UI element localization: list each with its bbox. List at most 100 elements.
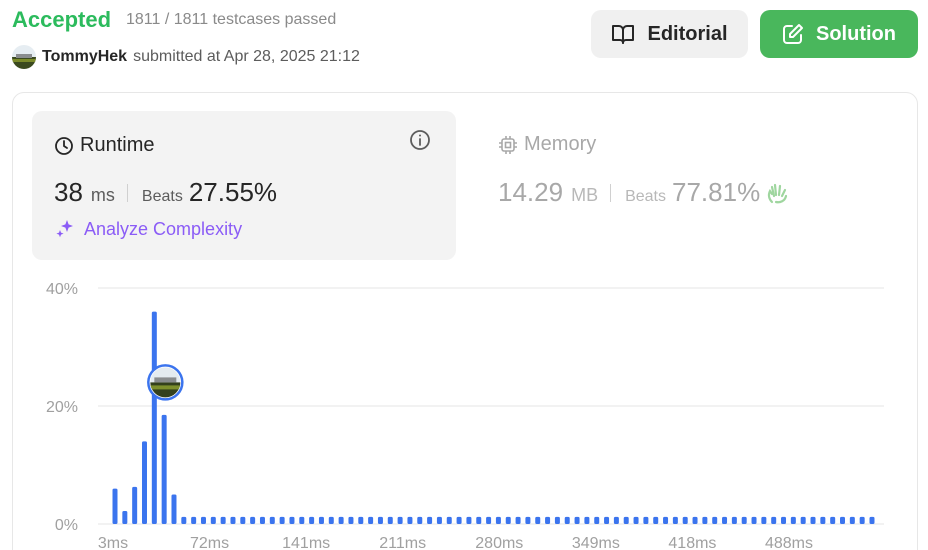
- runtime-panel[interactable]: Runtime 38 ms Beats 27.55% Analyze Compl…: [32, 111, 456, 260]
- chart-bar[interactable]: [171, 494, 177, 525]
- runtime-beats-label: Beats: [141, 188, 183, 205]
- chart-bar[interactable]: [702, 516, 708, 524]
- chart-bar[interactable]: [230, 516, 236, 524]
- chart-bar[interactable]: [515, 516, 521, 524]
- chart-bar[interactable]: [692, 516, 698, 524]
- sparkle-icon: [56, 220, 73, 238]
- chart-bar[interactable]: [181, 516, 187, 524]
- chart-bar[interactable]: [869, 516, 875, 524]
- chart-bar[interactable]: [446, 516, 452, 524]
- username-link[interactable]: TommyHek: [42, 48, 127, 66]
- chart-bar[interactable]: [663, 516, 669, 524]
- chart-bar[interactable]: [682, 516, 688, 524]
- chart-bar[interactable]: [328, 516, 334, 524]
- chart-bar[interactable]: [535, 516, 541, 524]
- chart-bar[interactable]: [564, 516, 570, 524]
- chart-bar[interactable]: [417, 516, 423, 524]
- chart-bar[interactable]: [653, 516, 659, 524]
- chart-bar[interactable]: [604, 516, 610, 524]
- info-icon[interactable]: [409, 129, 431, 151]
- memory-beats-value: 77.81%: [672, 177, 761, 207]
- chart-bar[interactable]: [338, 516, 344, 524]
- chart-bar[interactable]: [800, 516, 806, 524]
- chart-bar[interactable]: [771, 516, 777, 524]
- chart-bar[interactable]: [456, 516, 462, 524]
- chart-bar[interactable]: [712, 516, 718, 524]
- testcases-passed: 1811 / 1811 testcases passed: [126, 11, 337, 28]
- chart-bar[interactable]: [368, 516, 374, 524]
- chart-bar[interactable]: [820, 516, 826, 524]
- chart-bar[interactable]: [318, 516, 324, 524]
- chart-bar[interactable]: [358, 516, 364, 524]
- chart-bar[interactable]: [594, 516, 600, 524]
- chart-bar[interactable]: [289, 516, 295, 524]
- chart-bar[interactable]: [387, 516, 393, 524]
- analyze-complexity-button[interactable]: Analyze Complexity: [54, 218, 242, 240]
- chart-bar[interactable]: [672, 516, 678, 524]
- chart-bar[interactable]: [574, 516, 580, 524]
- status-accepted: Accepted: [12, 7, 112, 32]
- chart-bar[interactable]: [259, 516, 265, 524]
- chart-bar[interactable]: [279, 516, 285, 524]
- chart-bar[interactable]: [348, 516, 354, 524]
- chart-bar[interactable]: [436, 516, 442, 524]
- chart-bar[interactable]: [486, 516, 492, 524]
- chart-bar[interactable]: [495, 516, 501, 524]
- chart-bar[interactable]: [466, 516, 472, 524]
- chart-bar[interactable]: [220, 516, 226, 524]
- editorial-label: Editorial: [647, 22, 728, 45]
- chart-bar[interactable]: [830, 516, 836, 524]
- chart-bar[interactable]: [505, 516, 511, 524]
- editorial-button[interactable]: Editorial: [591, 10, 748, 58]
- chart-bar[interactable]: [141, 441, 147, 524]
- chart-bar[interactable]: [761, 516, 767, 524]
- runtime-distribution-chart: 40% 20% 0% 3ms 72ms 141ms 211ms 280ms 349ms 418ms…: [46, 281, 884, 550]
- chart-bar[interactable]: [191, 516, 197, 524]
- chart-bar[interactable]: [240, 516, 246, 524]
- chart-bar[interactable]: [722, 516, 728, 524]
- chart-bar[interactable]: [554, 516, 560, 524]
- chart-bar[interactable]: [849, 516, 855, 524]
- chart-bar[interactable]: [309, 516, 315, 524]
- chart-bar[interactable]: [613, 516, 619, 524]
- chart-bar[interactable]: [427, 516, 433, 524]
- x-tick-label: 418ms: [668, 535, 716, 550]
- chart-bar[interactable]: [781, 516, 787, 524]
- memory-title[interactable]: Memory: [498, 133, 596, 156]
- chart-bar[interactable]: [269, 516, 275, 524]
- chart-bar[interactable]: [525, 516, 531, 524]
- chart-bar[interactable]: [790, 516, 796, 524]
- runtime-title: Runtime: [54, 134, 154, 157]
- chart-bar[interactable]: [250, 516, 256, 524]
- chart-bar[interactable]: [210, 516, 216, 524]
- chart-bar[interactable]: [810, 516, 816, 524]
- user-avatar[interactable]: [12, 45, 36, 69]
- chart-bar[interactable]: [623, 516, 629, 524]
- chart-bar[interactable]: [643, 516, 649, 524]
- chart-bar[interactable]: [741, 516, 747, 524]
- chart-bar[interactable]: [122, 511, 128, 524]
- chart-bar[interactable]: [731, 516, 737, 524]
- submission-info: TommyHek submitted at Apr 28, 2025 21:12: [12, 45, 360, 69]
- chart-bar[interactable]: [112, 488, 118, 524]
- chart-bar[interactable]: [132, 486, 138, 524]
- chart-bar[interactable]: [200, 516, 206, 524]
- chart-bar[interactable]: [151, 311, 157, 524]
- chart-bar[interactable]: [859, 516, 865, 524]
- x-tick-label: 349ms: [572, 535, 620, 550]
- solution-label: Solution: [816, 22, 896, 45]
- chart-bar[interactable]: [377, 516, 383, 524]
- x-tick-label: 72ms: [190, 535, 229, 550]
- chart-bar[interactable]: [161, 414, 167, 524]
- chart-bar[interactable]: [397, 516, 403, 524]
- chart-bar[interactable]: [545, 516, 551, 524]
- chart-bar[interactable]: [633, 516, 639, 524]
- memory-value: 14.29: [498, 177, 564, 207]
- chart-bar[interactable]: [407, 516, 413, 524]
- chart-bar[interactable]: [751, 516, 757, 524]
- chart-bar[interactable]: [299, 516, 305, 524]
- solution-button[interactable]: Solution: [760, 10, 918, 58]
- chart-bar[interactable]: [584, 516, 590, 524]
- chart-bar[interactable]: [476, 516, 482, 524]
- chart-bar[interactable]: [840, 516, 846, 524]
